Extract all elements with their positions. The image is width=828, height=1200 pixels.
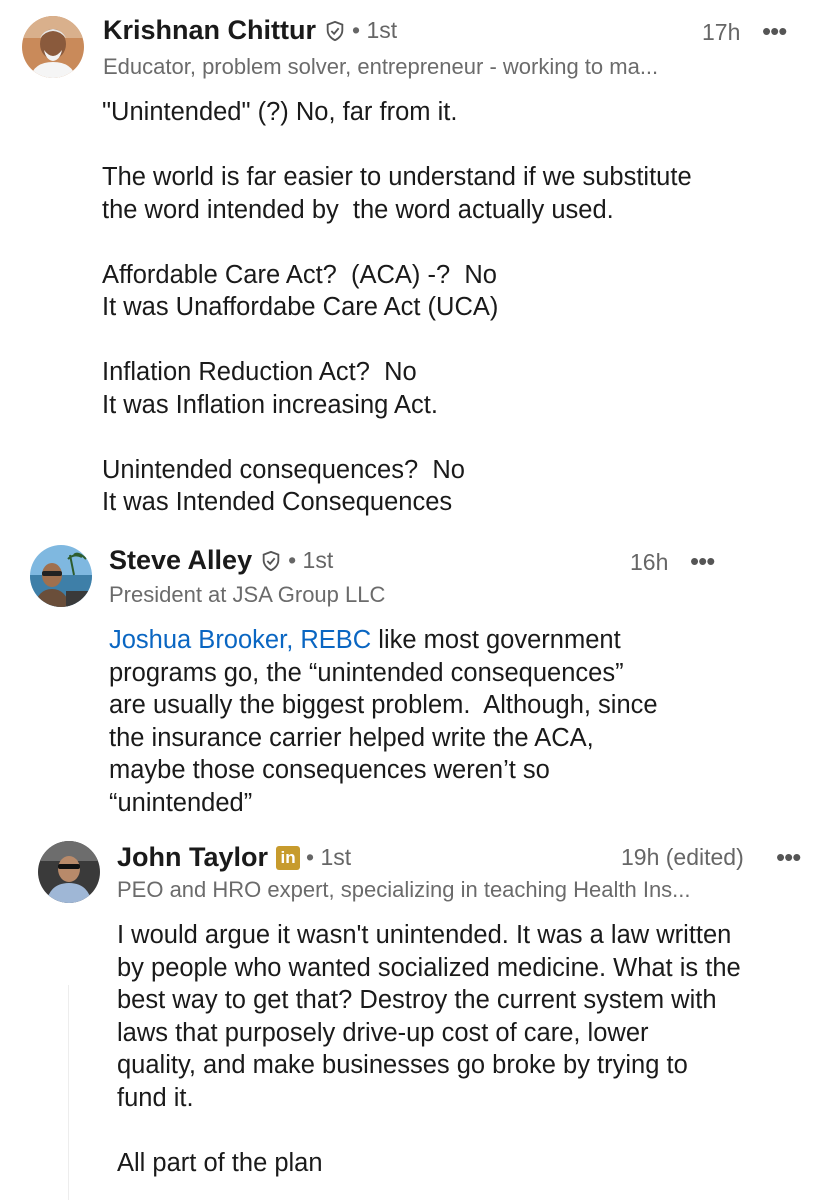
connection-degree: • 1st — [352, 17, 398, 43]
author-headline: Educator, problem solver, entrepreneur -… — [103, 54, 659, 79]
author-name[interactable]: Krishnan Chittur • 1st — [103, 15, 397, 46]
timestamp: 17h — [702, 19, 741, 45]
author-name[interactable]: Steve Alley • 1st — [109, 545, 333, 576]
comment-text: I would argue it wasn't unintended. It w… — [117, 921, 741, 1177]
thread-divider — [68, 985, 69, 1200]
comment-john-taylor: John Taylor in • 1st 19h (edited) ••• PE… — [0, 830, 828, 1200]
comment-text: "Unintended" (?) No, far from it. The wo… — [102, 98, 692, 516]
linkedin-premium-icon: in — [276, 845, 301, 870]
verified-shield-icon — [262, 550, 280, 571]
author-name[interactable]: John Taylor in • 1st — [117, 842, 351, 873]
comment-text: Joshua Brooker, REBC like most governmen… — [109, 624, 658, 819]
comment-krishnan-chittur: Krishnan Chittur • 1st 17h ••• Educator,… — [0, 0, 828, 530]
author-headline: PEO and HRO expert, specializing in teac… — [117, 877, 691, 902]
timestamp: 16h — [630, 549, 669, 575]
connection-degree: • 1st — [306, 844, 352, 870]
connection-degree: • 1st — [288, 547, 334, 573]
avatar[interactable] — [22, 16, 84, 78]
more-options-button[interactable]: ••• — [690, 546, 715, 577]
mention-link[interactable]: Joshua Brooker, REBC — [109, 626, 371, 654]
avatar[interactable] — [38, 841, 100, 903]
more-options-button[interactable]: ••• — [762, 16, 787, 47]
avatar[interactable] — [30, 545, 92, 607]
comment-text-rest: like most government programs go, the “u… — [109, 626, 658, 817]
author-headline: President at JSA Group LLC — [109, 582, 386, 607]
more-options-button[interactable]: ••• — [776, 842, 801, 873]
verified-shield-icon — [326, 20, 344, 41]
timestamp: 19h (edited) — [621, 844, 744, 870]
comment-steve-alley: Steve Alley • 1st 16h ••• President at J… — [0, 530, 828, 830]
